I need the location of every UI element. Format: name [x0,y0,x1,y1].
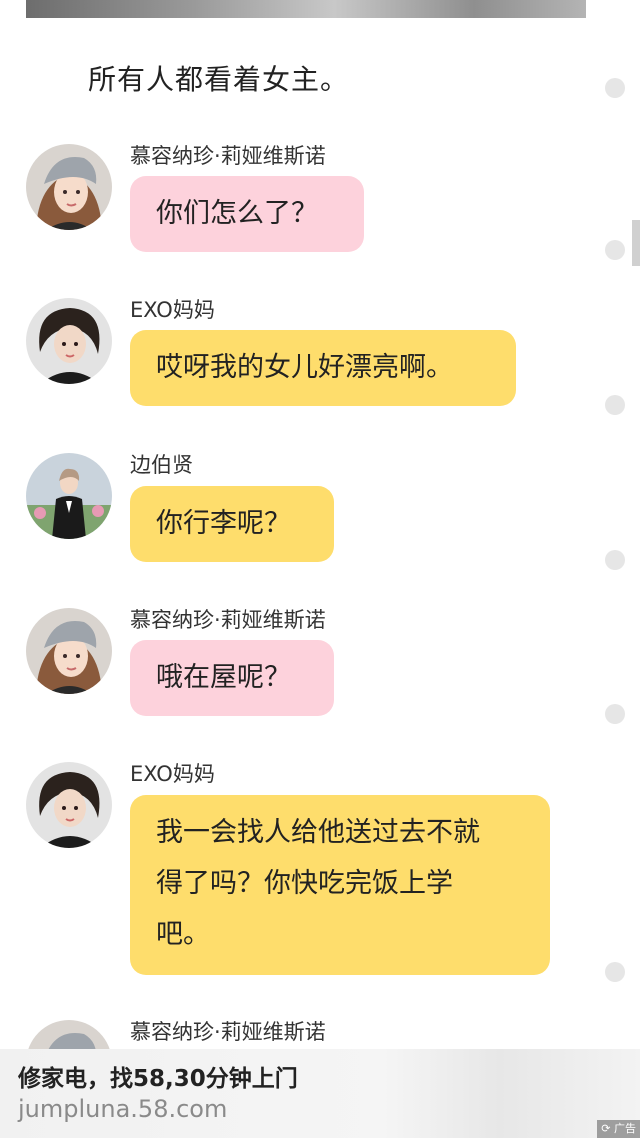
message-text: 哦在屋呢？ [156,662,291,693]
message-bubble[interactable]: 你行李呢？ [130,486,334,562]
ad-badge[interactable]: ⟳ 广告 [597,1120,640,1138]
woman-short-hair-avatar[interactable] [26,298,112,384]
message-bubble[interactable]: 哦在屋呢？ [130,640,334,716]
message-text: 你行李呢？ [156,508,291,539]
message-bubble[interactable]: 哎呀我的女儿好漂亮啊。 [130,330,516,406]
chat-story-page: 所有人都看着女主。 慕容纳珍·莉娅维斯诺 你们怎么了？ EXO妈妈 哎呀我的女儿… [0,0,640,1138]
message-bubble[interactable]: 你们怎么了？ [130,176,364,252]
ad-banner[interactable]: 修家电，找58,30分钟上门 jumpluna.58.com ⟳ 广告 [0,1049,640,1138]
scrollbar[interactable] [632,220,640,266]
story-image [26,0,586,18]
ad-url[interactable]: jumpluna.58.com [18,1095,227,1123]
message-text: 你们怎么了？ [156,198,318,229]
sender-name: EXO妈妈 [130,762,215,786]
ad-title[interactable]: 修家电，找58,30分钟上门 [18,1059,298,1093]
refresh-icon: ⟳ [601,1122,611,1135]
message-bubble[interactable]: 我一会找人给他送过去不就 得了吗？你快吃完饭上学 吧。 [130,795,550,975]
scroll-dot [605,78,625,98]
woman-short-hair-avatar[interactable] [26,762,112,848]
sender-name: 慕容纳珍·莉娅维斯诺 [130,144,326,168]
sender-name: 边伯贤 [130,453,193,477]
sender-name: 慕容纳珍·莉娅维斯诺 [130,1020,326,1044]
narration-text: 所有人都看着女主。 [88,63,350,96]
sender-name: 慕容纳珍·莉娅维斯诺 [130,608,326,632]
girl-grey-hat-avatar[interactable] [26,608,112,694]
sender-name: EXO妈妈 [130,298,215,322]
man-suit-avatar[interactable] [26,453,112,539]
message-text-line: 吧。 [156,919,210,950]
ad-badge-label: 广告 [614,1122,636,1135]
message-text-line: 我一会找人给他送过去不就 [156,817,480,848]
girl-grey-hat-avatar[interactable] [26,144,112,230]
scroll-dot [605,395,625,415]
scroll-dot [605,240,625,260]
message-text-line: 得了吗？你快吃完饭上学 [156,868,453,899]
scroll-dot [605,550,625,570]
scroll-dot [605,962,625,982]
scroll-dot [605,704,625,724]
message-text: 哎呀我的女儿好漂亮啊。 [156,352,453,383]
